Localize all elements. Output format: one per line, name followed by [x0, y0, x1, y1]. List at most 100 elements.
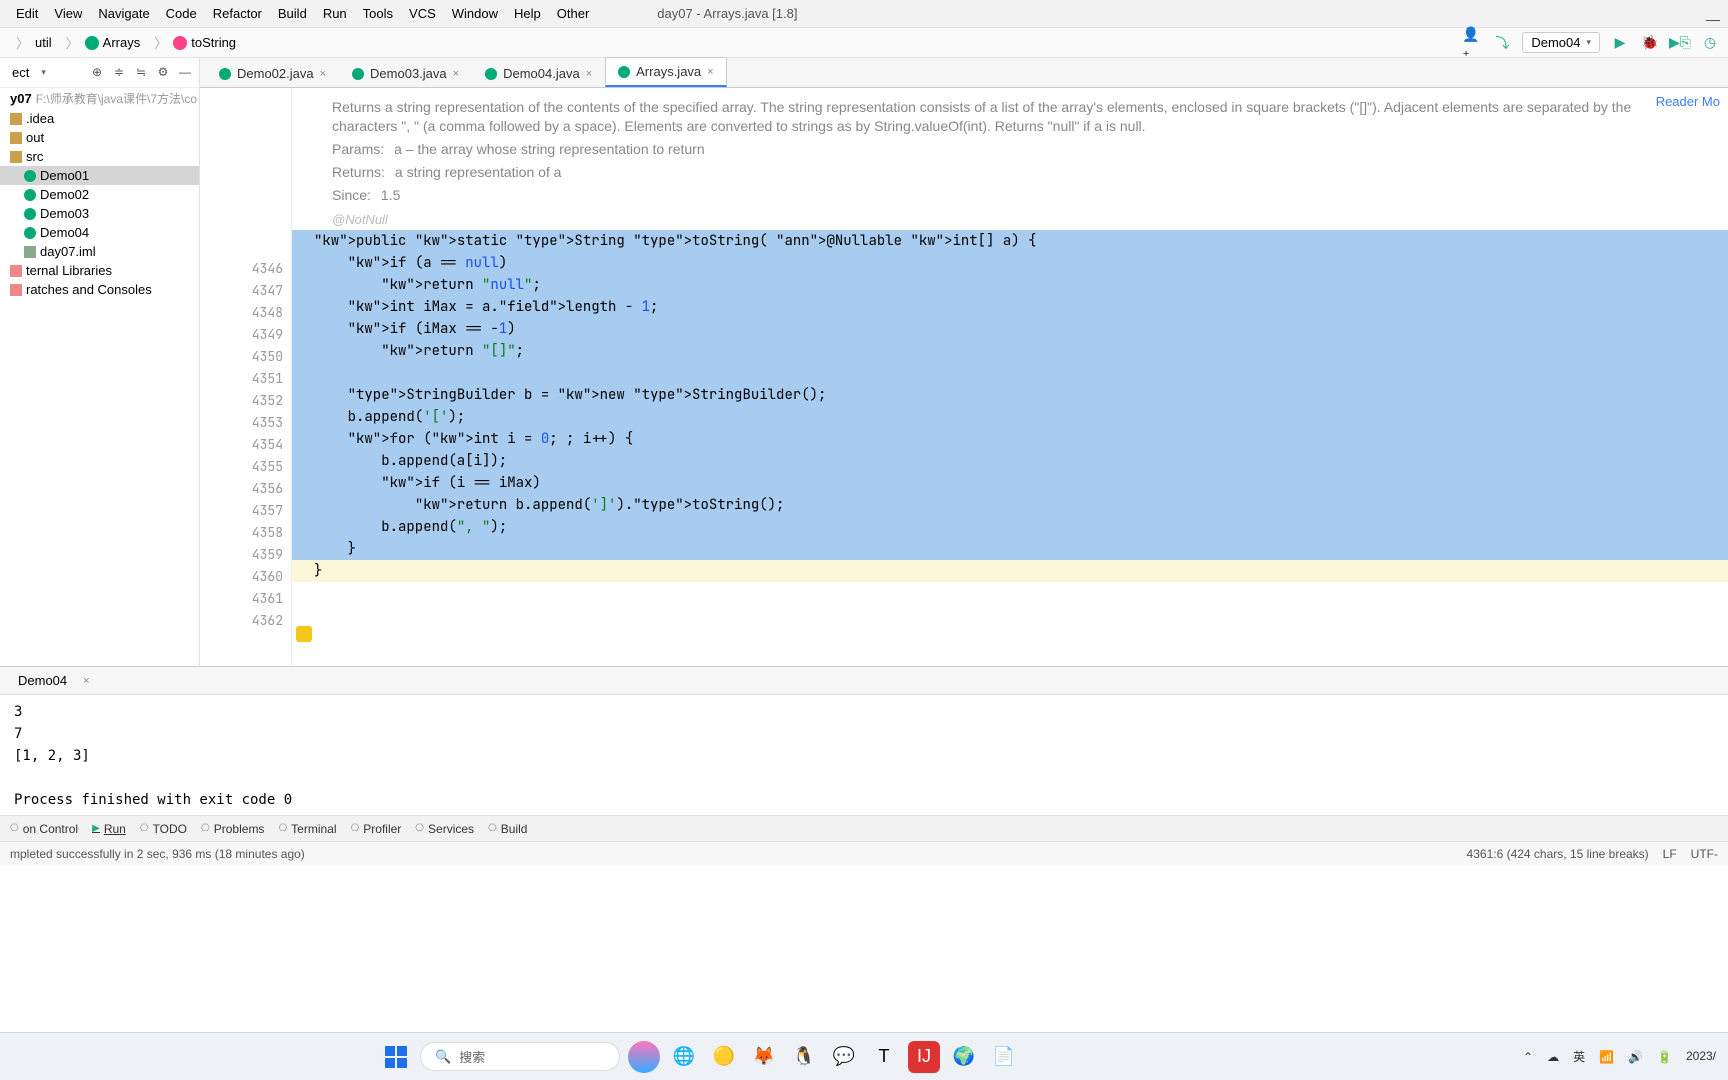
tree-node[interactable]: src [0, 147, 199, 166]
code-line[interactable] [292, 362, 1728, 384]
tree-node[interactable]: .idea [0, 109, 199, 128]
line-number[interactable]: 4360 [208, 566, 283, 588]
line-number[interactable]: 4352 [208, 390, 283, 412]
menu-item[interactable]: Help [506, 2, 549, 25]
hide-icon[interactable]: — [177, 65, 193, 81]
menu-item[interactable]: Refactor [205, 2, 270, 25]
close-icon[interactable]: × [453, 68, 459, 80]
tool-window-button[interactable]: ⎔Profiler [351, 822, 402, 836]
build-icon[interactable]: ⤵ [1492, 33, 1512, 53]
volume-icon[interactable]: 🔊 [1628, 1050, 1643, 1064]
run-tab[interactable]: Demo04 [10, 671, 75, 690]
menu-item[interactable]: Run [315, 2, 355, 25]
breadcrumb-item[interactable]: 〉Arrays [58, 31, 147, 54]
clock[interactable]: 2023/ [1686, 1050, 1716, 1063]
tool-window-button[interactable]: ⎔Terminal [278, 822, 336, 836]
menu-item[interactable]: Other [549, 2, 598, 25]
line-number[interactable]: 4348 [208, 302, 283, 324]
menu-item[interactable]: View [46, 2, 90, 25]
tree-node[interactable]: Demo03 [0, 204, 199, 223]
line-separator[interactable]: LF [1663, 847, 1677, 861]
code-line[interactable]: "kw">for ("kw">int i = 0; ; i++) { [292, 428, 1728, 450]
line-number[interactable]: 4351 [208, 368, 283, 390]
wifi-icon[interactable]: 📶 [1599, 1050, 1614, 1064]
menu-item[interactable]: Tools [355, 2, 401, 25]
line-number[interactable]: 4354 [208, 434, 283, 456]
code-line[interactable]: "kw">public "kw">static "type">String "t… [292, 230, 1728, 252]
chevron-up-icon[interactable]: ⌃ [1523, 1050, 1533, 1064]
editor-tab[interactable]: Demo02.java× [206, 59, 339, 87]
menu-item[interactable]: VCS [401, 2, 444, 25]
code-line[interactable]: b.append(a[i]); [292, 450, 1728, 472]
app-icon[interactable]: 💬 [828, 1041, 860, 1073]
tree-node[interactable]: out [0, 128, 199, 147]
close-icon[interactable]: × [707, 66, 713, 78]
tree-node[interactable]: ratches and Consoles [0, 280, 199, 299]
collapse-all-icon[interactable]: ≒ [133, 65, 149, 81]
code-area[interactable]: Returns a string representation of the c… [292, 88, 1728, 666]
menu-item[interactable]: Build [270, 2, 315, 25]
line-number[interactable]: 4346 [208, 258, 283, 280]
code-line[interactable]: "kw">if (iMax == -1) [292, 318, 1728, 340]
menu-item[interactable]: Window [444, 2, 506, 25]
code-line[interactable]: "kw">int iMax = a."field">length - 1; [292, 296, 1728, 318]
tool-window-button[interactable]: ⎔Build [488, 822, 527, 836]
project-tree[interactable]: y07 F:\师承教育\java课件\7方法\co .ideaoutsrc Dem… [0, 88, 199, 666]
tool-window-button[interactable]: ▶Run [92, 822, 126, 836]
code-line[interactable]: b.append('['); [292, 406, 1728, 428]
code-line[interactable]: "type">StringBuilder b = "kw">new "type"… [292, 384, 1728, 406]
tree-node[interactable]: Demo04 [0, 223, 199, 242]
editor-tab[interactable]: Demo04.java× [472, 59, 605, 87]
encoding[interactable]: UTF- [1691, 847, 1718, 861]
start-button[interactable] [380, 1041, 412, 1073]
tool-window-button[interactable]: ⎔Problems [201, 822, 264, 836]
close-icon[interactable]: × [586, 68, 592, 80]
system-tray[interactable]: ⌃ ☁ 英 📶 🔊 🔋 2023/ [1523, 1048, 1716, 1065]
tree-node[interactable]: day07.iml [0, 242, 199, 261]
locate-icon[interactable]: ⊕ [89, 65, 105, 81]
coverage-icon[interactable]: ▶⎘ [1670, 33, 1690, 53]
line-number[interactable]: 4350 [208, 346, 283, 368]
edge-icon[interactable]: 🌐 [668, 1041, 700, 1073]
caret-position[interactable]: 4361:6 (424 chars, 15 line breaks) [1467, 847, 1649, 861]
chrome-icon[interactable]: 🟡 [708, 1041, 740, 1073]
line-number[interactable]: 4362 [208, 610, 283, 632]
line-number[interactable]: 4358 [208, 522, 283, 544]
close-icon[interactable]: × [320, 68, 326, 80]
line-number[interactable]: 4349 [208, 324, 283, 346]
notepad-icon[interactable]: 📄 [988, 1041, 1020, 1073]
line-number[interactable]: 4356 [208, 478, 283, 500]
tree-node[interactable]: Demo02 [0, 185, 199, 204]
code-line[interactable]: } [292, 538, 1728, 560]
tree-node[interactable]: ternal Libraries [0, 261, 199, 280]
project-view-combo[interactable]: ect [6, 64, 35, 81]
minimize-icon[interactable] [1706, 7, 1720, 21]
project-root[interactable]: y07 F:\师承教育\java课件\7方法\co [0, 88, 199, 109]
code-lines[interactable]: "kw">public "kw">static "type">String "t… [292, 230, 1728, 604]
app-icon[interactable]: 🌍 [948, 1041, 980, 1073]
line-number[interactable]: 4353 [208, 412, 283, 434]
intention-bulb-icon[interactable] [296, 626, 312, 642]
taskbar-app[interactable] [628, 1041, 660, 1073]
intellij-icon[interactable]: IJ [908, 1041, 940, 1073]
settings-icon[interactable]: ⚙ [155, 65, 171, 81]
profiler-icon[interactable]: ◷ [1700, 33, 1720, 53]
close-icon[interactable]: × [83, 675, 89, 687]
tool-window-button[interactable]: ⎔on Control [10, 822, 78, 836]
code-line[interactable]: "kw">return b.append(']')."type">toStrin… [292, 494, 1728, 516]
code-line[interactable]: } [292, 560, 1728, 582]
line-number[interactable]: 4359 [208, 544, 283, 566]
menu-item[interactable]: Edit [8, 2, 46, 25]
code-line[interactable]: "kw">if (i == iMax) [292, 472, 1728, 494]
run-config-selector[interactable]: Demo04 [1522, 32, 1600, 53]
tool-window-button[interactable]: ⎔TODO [140, 822, 187, 836]
editor-tab[interactable]: Demo03.java× [339, 59, 472, 87]
code-line[interactable] [292, 582, 1728, 604]
breadcrumb-item[interactable]: 〉toString [146, 31, 242, 54]
line-number[interactable]: 4361 [208, 588, 283, 610]
taskbar-search[interactable]: 🔍 搜索 [420, 1042, 620, 1071]
ime-icon[interactable]: 英 [1573, 1048, 1585, 1065]
menu-item[interactable]: Code [158, 2, 205, 25]
editor-tab[interactable]: Arrays.java× [605, 57, 726, 87]
typora-icon[interactable]: T [868, 1041, 900, 1073]
